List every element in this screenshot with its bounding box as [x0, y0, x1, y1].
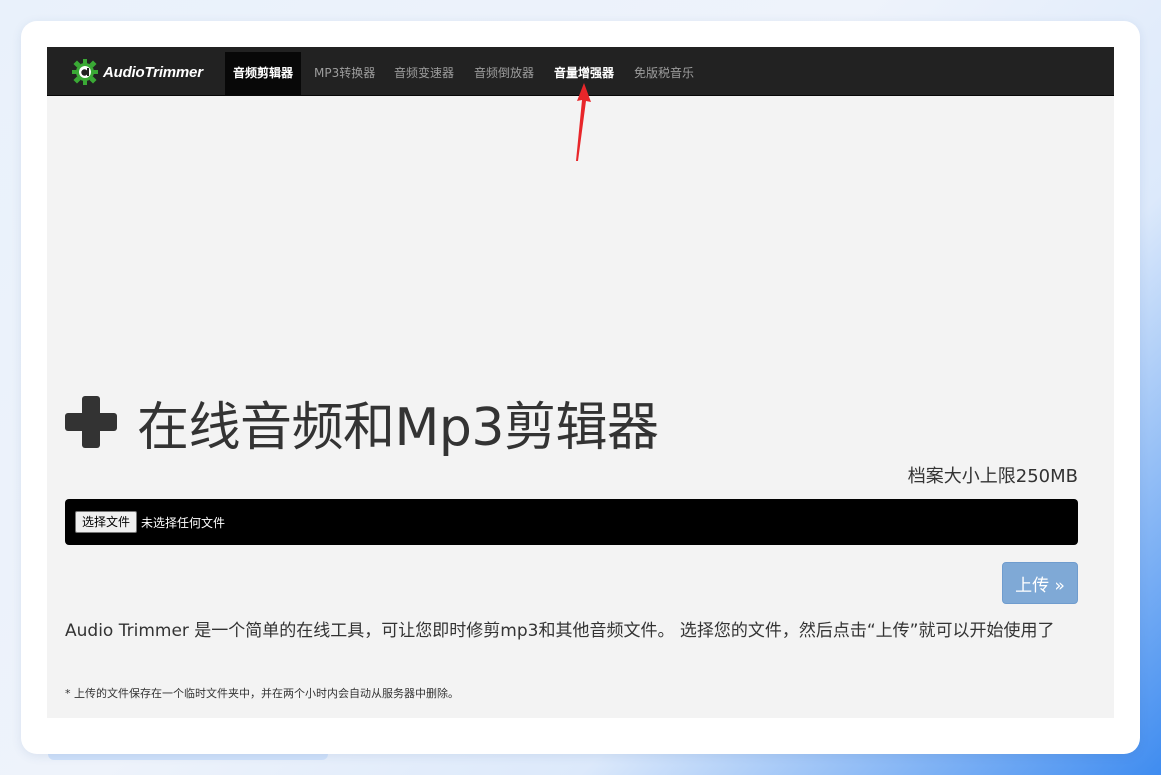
file-status-text: 未选择任何文件	[141, 515, 226, 530]
temporary-storage-note: * 上传的文件保存在一个临时文件夹中，并在两个小时内会自动从服务器中删除。	[65, 687, 459, 700]
brand-logo[interactable]: AudioTrimmer	[71, 58, 203, 86]
hero-heading: 在线音频和Mp3剪辑器	[65, 387, 659, 458]
choose-file-button[interactable]: 选择文件	[75, 511, 138, 533]
file-input-bar: 选择文件 未选择任何文件	[65, 499, 1078, 545]
nav-item-mp3-converter[interactable]: MP3转换器	[314, 47, 375, 96]
website-viewport: AudioTrimmer 音频剪辑器 MP3转换器 音频变速器 音频倒放器 音量…	[47, 47, 1114, 722]
upload-button[interactable]: 上传 »	[1002, 562, 1078, 604]
file-size-limit: 档案大小上限250MB	[907, 466, 1078, 487]
nav-item-audio-trimmer[interactable]: 音频剪辑器	[225, 52, 302, 95]
content-divider	[47, 718, 1114, 722]
red-arrow-icon	[576, 83, 591, 161]
tool-description: Audio Trimmer 是一个简单的在线工具，可让您即时修剪mp3和其他音频…	[65, 621, 1055, 641]
brand-name: AudioTrimmer	[103, 63, 203, 81]
nav-item-audio-speed-changer[interactable]: 音频变速器	[394, 47, 454, 96]
nav-item-audio-reverser[interactable]: 音频倒放器	[474, 47, 534, 96]
page-title: 在线音频和Mp3剪辑器	[137, 397, 659, 458]
plus-icon	[65, 396, 117, 448]
green-gear-a-logo-icon	[72, 59, 98, 85]
nav-item-royalty-free-music[interactable]: 免版税音乐	[634, 47, 694, 96]
